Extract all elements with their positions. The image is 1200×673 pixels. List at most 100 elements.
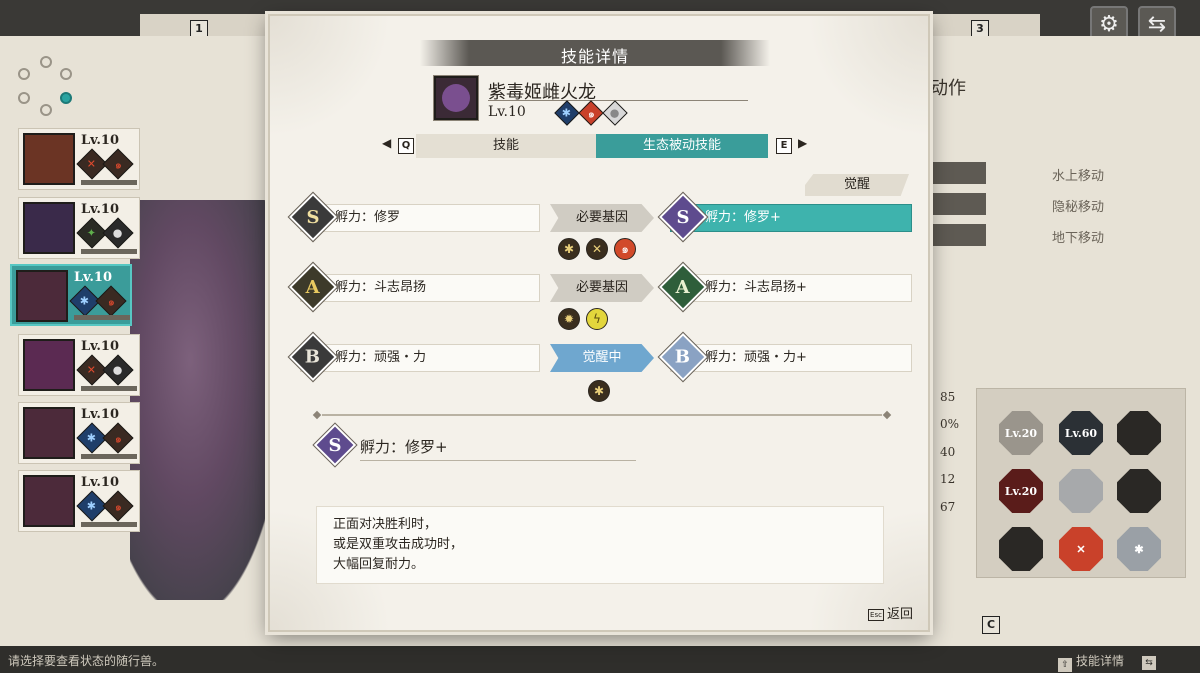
skill-detail-hint[interactable]: ⇧ 技能详情 — [1058, 652, 1124, 672]
hotkey-c: C — [982, 616, 1000, 634]
skill-description: 正面对决胜利时， 或是双重攻击成功时， 大幅回复耐力。 — [316, 506, 884, 584]
monster-thumb — [23, 339, 75, 391]
bottom-bar: 请选择要查看状态的随行兽。 ⇧ 技能详情 ⇆ — [0, 646, 1200, 673]
skill-row: 孵力：斗志昂扬 A 必要基因 孵力：斗志昂扬+ A — [270, 261, 932, 313]
burst-gene-icon: ✹ — [558, 308, 580, 330]
tab-right-arrow-icon[interactable]: ▶ — [798, 136, 807, 150]
selected-skill: S 孵力：修罗+ — [312, 422, 636, 468]
fire-gem-icon: ๑ — [95, 285, 127, 317]
white-gem-icon: ● — [102, 217, 134, 249]
move-water: 水上移动 — [1052, 169, 1105, 184]
party-card-5[interactable]: Lv.10 ✱ ๑ — [18, 402, 140, 464]
gene-slot[interactable] — [999, 527, 1043, 571]
modal-title: 技能详情 — [560, 47, 629, 66]
modal-tabs: ◀ Q 技能 生态被动技能 E ▶ — [380, 134, 820, 158]
monster-level: Lv.10 — [488, 104, 526, 120]
required-genes: ✹ ϟ — [558, 308, 608, 330]
monster-thumb — [23, 407, 75, 459]
fire-gene-icon: ๑ — [614, 238, 636, 260]
tab-skill[interactable]: 技能 — [416, 134, 596, 158]
stat-number: 12 — [940, 472, 956, 486]
required-gene-label: 必要基因 — [550, 274, 654, 302]
fire-gem-icon: ๑ — [578, 100, 604, 126]
move-stealth: 隐秘移动 — [1052, 200, 1105, 215]
selected-skill-name: 孵力：修罗+ — [360, 438, 448, 456]
white-gem-icon: ● — [602, 100, 628, 126]
description-line: 大幅回复耐力。 — [333, 557, 425, 572]
skill-right[interactable]: 孵力：斗志昂扬+ — [670, 274, 912, 302]
required-genes: ✱ ✕ ๑ — [558, 238, 636, 260]
speed-gene-icon: ✱ — [588, 380, 610, 402]
ring-dot — [18, 92, 30, 104]
stat-number: 85 — [940, 390, 956, 404]
back-button[interactable]: Esc 返回 — [868, 603, 913, 622]
move-underground: 地下移动 — [1052, 231, 1105, 246]
party-ring — [16, 56, 76, 116]
card-bar — [81, 454, 137, 459]
required-genes: ✱ — [588, 380, 610, 402]
party-card-3-selected[interactable]: Lv.10 ✱ ๑ — [10, 264, 132, 326]
description-line: 正面对决胜利时， — [333, 517, 438, 532]
selected-skill-underline — [360, 460, 636, 461]
speed-gene-icon: ✱ — [558, 238, 580, 260]
rank-badge: B — [657, 331, 709, 383]
gene-slot-red[interactable]: Lv.20 — [999, 469, 1043, 513]
card-bar — [81, 522, 137, 527]
stat-bar — [930, 224, 986, 246]
party-card-1[interactable]: Lv.10 ✕ ๑ — [18, 128, 140, 190]
modal-title-bar: 技能详情 — [420, 40, 770, 66]
tab-left-arrow-icon[interactable]: ◀ — [382, 136, 391, 150]
ring-dot — [40, 104, 52, 116]
rank-badge: A — [287, 261, 339, 313]
fire-gem-icon: ๑ — [102, 148, 134, 180]
tab-eco-passive[interactable]: 生态被动技能 — [596, 134, 768, 158]
rank-badge: S — [657, 191, 709, 243]
gene-slot-speed[interactable]: ✱ — [1117, 527, 1161, 571]
stat-number: 40 — [940, 445, 956, 459]
card-bar — [81, 180, 137, 185]
card-bar — [74, 315, 130, 320]
gene-slot[interactable] — [1117, 411, 1161, 455]
card-level: Lv.10 — [81, 407, 120, 422]
speed-gem-icon: ✱ — [554, 100, 580, 126]
description-line: 或是双重攻击成功时， — [333, 537, 464, 552]
section-divider — [312, 410, 892, 420]
white-gem-icon: ● — [102, 354, 134, 386]
rank-badge: B — [287, 331, 339, 383]
fire-gem-icon: ๑ — [102, 490, 134, 522]
skill-detail-modal: 技能详情 紫毒姬雌火龙 Lv.10 ✱ ๑ ● ◀ Q 技能 生态被动技能 E … — [268, 14, 930, 632]
ring-dot — [60, 68, 72, 80]
awaken-tag: 觉醒 — [805, 174, 909, 196]
gene-slot-attack[interactable]: ✕ — [1059, 527, 1103, 571]
power-gene-icon: ✕ — [586, 238, 608, 260]
party-card-4[interactable]: Lv.10 ✕ ● — [18, 334, 140, 396]
gene-slot[interactable] — [1117, 469, 1161, 513]
awakening-label: 觉醒中 — [550, 344, 654, 372]
swap-key-icon: ⇆ — [1142, 656, 1156, 670]
stat-bar — [930, 162, 986, 184]
skill-right-highlighted[interactable]: 孵力：修罗+ — [670, 204, 912, 232]
card-level: Lv.10 — [81, 202, 120, 217]
party-card-6[interactable]: Lv.10 ✱ ๑ — [18, 470, 140, 532]
party-card-2[interactable]: Lv.10 ✦ ● — [18, 197, 140, 259]
card-level: Lv.10 — [74, 270, 113, 285]
monster-thumb — [23, 475, 75, 527]
monster-thumb — [23, 133, 75, 185]
gene-slot-locked[interactable]: Lv.20 — [999, 411, 1043, 455]
required-gene-label: 必要基因 — [550, 204, 654, 232]
rank-badge: S — [312, 422, 358, 468]
swap-hint[interactable]: ⇆ — [1142, 652, 1160, 670]
card-bar — [81, 386, 137, 391]
gene-slot-center[interactable] — [1059, 469, 1103, 513]
esc-key-icon: Esc — [868, 609, 884, 621]
gene-slot-s[interactable]: Lv.60 — [1059, 411, 1103, 455]
ring-dot-active — [60, 92, 72, 104]
rank-badge: A — [657, 261, 709, 313]
skill-right[interactable]: 孵力：顽强・力+ — [670, 344, 912, 372]
thunder-gene-icon: ϟ — [586, 308, 608, 330]
monster-thumb — [23, 202, 75, 254]
actions-title: 动作 — [930, 78, 966, 99]
card-level: Lv.10 — [81, 133, 120, 148]
ring-dot — [40, 56, 52, 68]
rank-badge: S — [287, 191, 339, 243]
